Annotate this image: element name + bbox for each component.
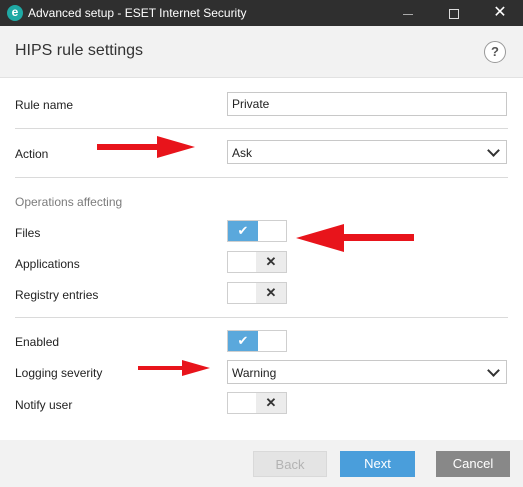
minimize-icon [403,13,413,15]
rule-name-input[interactable]: Private [227,92,507,116]
check-icon: ✔ [228,331,258,351]
notify-user-toggle[interactable]: ✕ [227,392,287,414]
action-select-value: Ask [232,146,253,160]
eset-logo-icon: e [7,5,23,21]
close-icon: ✕ [493,4,507,21]
x-icon: ✕ [256,252,286,272]
enabled-label: Enabled [15,335,60,349]
divider [15,128,508,129]
minimize-button[interactable] [385,0,431,26]
divider [15,317,508,318]
cancel-button[interactable]: Cancel [436,451,510,477]
page-title: HIPS rule settings [15,42,144,59]
maximize-button[interactable] [431,0,477,26]
logging-severity-value: Warning [232,366,277,380]
window-titlebar: e Advanced setup - ESET Internet Securit… [0,0,523,26]
rule-name-label: Rule name [15,98,74,112]
enabled-toggle[interactable]: ✔ [227,330,287,352]
chevron-down-icon [487,364,500,377]
dialog-footer: Back Next Cancel [0,440,523,487]
registry-entries-toggle[interactable]: ✕ [227,282,287,304]
x-icon: ✕ [256,283,286,303]
logging-severity-select[interactable]: Warning [227,360,507,384]
chevron-down-icon [487,144,500,157]
action-select[interactable]: Ask [227,140,507,164]
files-toggle[interactable]: ✔ [227,220,287,242]
annotation-arrow-files [296,224,414,252]
dialog-header: HIPS rule settings ? [0,26,523,78]
help-icon[interactable]: ? [484,41,506,63]
x-icon: ✕ [256,393,286,413]
close-button[interactable]: ✕ [477,0,523,26]
annotation-arrow-action [97,136,195,158]
applications-toggle[interactable]: ✕ [227,251,287,273]
back-button[interactable]: Back [253,451,327,477]
applications-label: Applications [15,257,80,271]
notify-user-label: Notify user [15,398,73,412]
files-label: Files [15,226,41,240]
divider [15,177,508,178]
logging-severity-label: Logging severity [15,366,103,380]
registry-entries-label: Registry entries [15,288,99,302]
check-icon: ✔ [228,221,258,241]
window-title: Advanced setup - ESET Internet Security [28,6,247,20]
annotation-arrow-logging [138,360,210,376]
operations-affecting-heading: Operations affecting [15,195,123,209]
maximize-icon [449,9,459,20]
next-button[interactable]: Next [340,451,415,477]
action-label: Action [15,147,49,161]
